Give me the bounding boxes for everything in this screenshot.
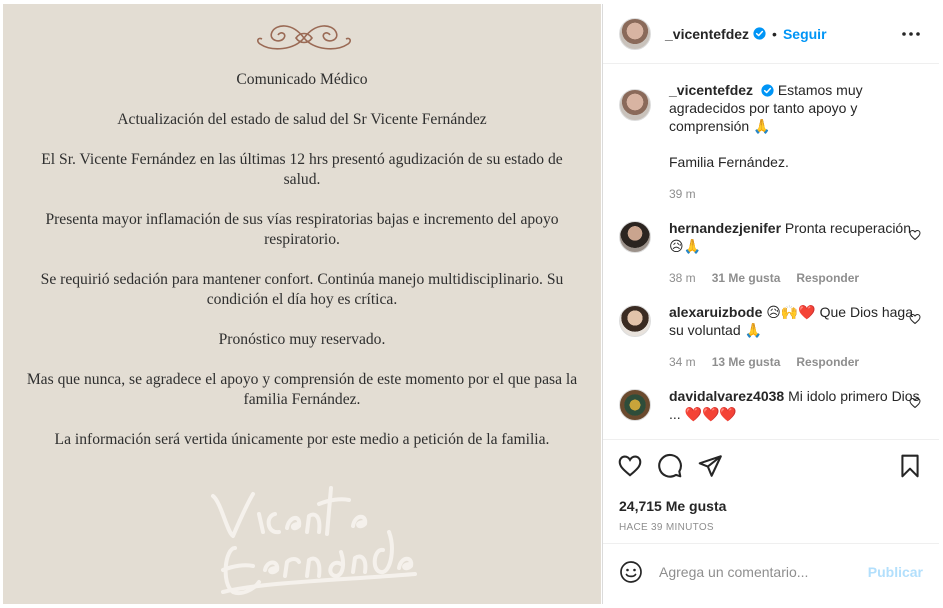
notice-paragraph: Se requirió sedación para mantener confo… xyxy=(40,271,564,308)
post-timestamp[interactable]: HACE 39 MINUTOS xyxy=(603,522,939,533)
comment-item: hernandezjenifer Pronta recuperación 😥🙏 … xyxy=(619,219,923,287)
reply-button[interactable]: Responder xyxy=(796,269,859,287)
ornament-decoration xyxy=(257,25,351,50)
verified-badge-icon xyxy=(761,84,774,97)
add-comment-bar: Publicar xyxy=(603,543,939,599)
like-comment-heart-icon[interactable] xyxy=(909,229,921,241)
separator-dot: • xyxy=(772,25,777,42)
post-caption: _vicentefdez Estamos muy agradecidos por… xyxy=(619,81,923,203)
share-send-icon[interactable] xyxy=(697,453,723,479)
post-image[interactable]: Comunicado Médico Actualización del esta… xyxy=(3,4,601,604)
more-options-button[interactable] xyxy=(899,22,923,46)
medical-notice: Comunicado Médico Actualización del esta… xyxy=(3,70,601,470)
avatar[interactable] xyxy=(619,17,651,50)
emoji-icon[interactable] xyxy=(619,560,643,584)
comment-username[interactable]: hernandezjenifer xyxy=(669,220,781,236)
post-actions: 24,715 Me gusta HACE 39 MINUTOS Publicar xyxy=(603,439,939,599)
more-options-icon xyxy=(902,31,920,36)
follow-button[interactable]: Seguir xyxy=(783,26,827,42)
comment-time[interactable]: 38 m xyxy=(669,269,696,287)
notice-paragraph: Actualización del estado de salud del Sr… xyxy=(117,111,487,128)
comment-item: alexaruizbode 😥🙌❤️ Que Dios haga su volu… xyxy=(619,303,923,371)
post-header: _vicentefdez • Seguir xyxy=(603,4,939,64)
comment-username[interactable]: davidalvarez4038 xyxy=(669,388,784,404)
comment-bubble-icon[interactable] xyxy=(657,453,683,479)
caption-time[interactable]: 39 m xyxy=(669,185,696,203)
post-sidebar: _vicentefdez • Seguir _vicentefdez Estam… xyxy=(602,4,939,604)
like-heart-icon[interactable] xyxy=(617,453,643,479)
notice-paragraph: Presenta mayor inflamación de sus vías r… xyxy=(45,211,559,248)
caption-signoff: Familia Fernández. xyxy=(669,154,789,170)
avatar[interactable] xyxy=(619,305,651,337)
signature-logo xyxy=(211,486,417,595)
comment-likes[interactable]: 31 Me gusta xyxy=(712,269,781,287)
notice-heading: Comunicado Médico xyxy=(236,71,368,88)
save-bookmark-icon[interactable] xyxy=(897,453,923,479)
notice-paragraph: Mas que nunca, se agradece el apoyo y co… xyxy=(26,371,578,408)
comments-list[interactable]: _vicentefdez Estamos muy agradecidos por… xyxy=(603,65,939,439)
notice-paragraph: La información será vertida únicamente p… xyxy=(54,431,550,448)
avatar[interactable] xyxy=(619,389,651,421)
avatar[interactable] xyxy=(619,89,651,121)
comment-likes[interactable]: 13 Me gusta xyxy=(712,353,781,371)
likes-count[interactable]: 24,715 Me gusta xyxy=(603,498,939,514)
like-comment-heart-icon[interactable] xyxy=(909,313,921,325)
comment-username[interactable]: alexaruizbode xyxy=(669,304,762,320)
reply-button[interactable]: Responder xyxy=(796,353,859,371)
like-comment-heart-icon[interactable] xyxy=(909,397,921,409)
header-username[interactable]: _vicentefdez xyxy=(665,26,749,42)
action-icons xyxy=(603,440,939,492)
comment-input[interactable] xyxy=(659,563,868,580)
notice-paragraph: El Sr. Vicente Fernández en las últimas … xyxy=(41,151,563,188)
comment-time[interactable]: 34 m xyxy=(669,353,696,371)
notice-paragraph: Pronóstico muy reservado. xyxy=(218,331,386,348)
publish-button[interactable]: Publicar xyxy=(868,564,923,580)
caption-username[interactable]: _vicentefdez xyxy=(669,82,753,98)
verified-badge-icon xyxy=(753,27,766,40)
avatar[interactable] xyxy=(619,221,651,253)
comment-item: davidalvarez4038 Mi idolo primero Dios .… xyxy=(619,387,923,423)
